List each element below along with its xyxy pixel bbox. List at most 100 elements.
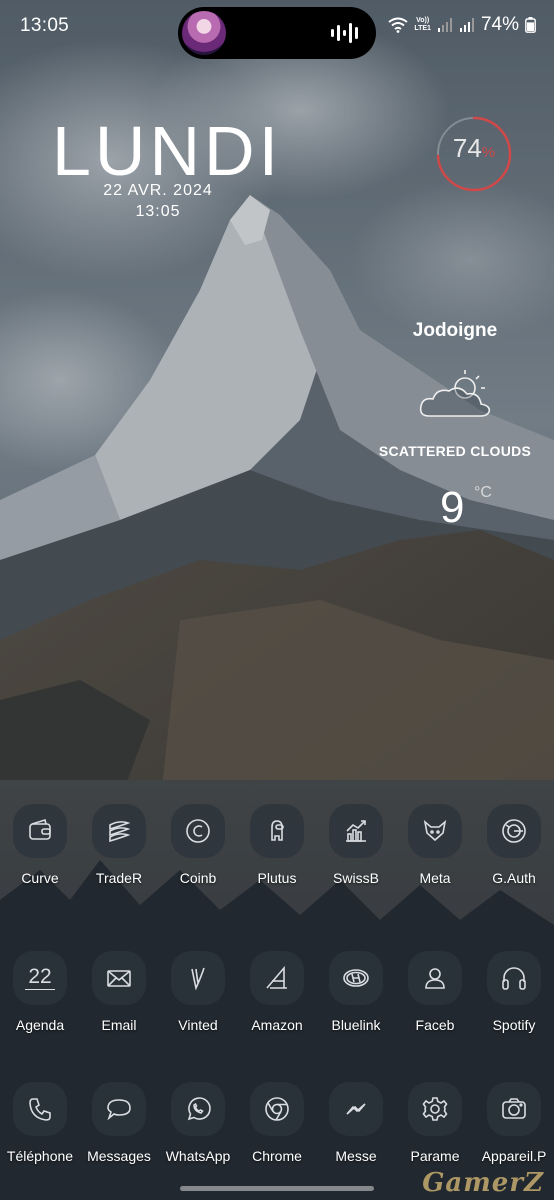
app-label: Téléphone [6, 1148, 74, 1164]
app-gauth-tile[interactable] [487, 804, 541, 858]
app-label: Faceb [415, 1017, 455, 1033]
dynamic-island[interactable] [178, 7, 376, 59]
app-label: WhatsApp [165, 1148, 231, 1164]
app-label: Spotify [492, 1017, 536, 1033]
app-whatsapp[interactable]: WhatsApp [158, 1082, 238, 1164]
whatsapp-icon [187, 1097, 211, 1121]
calendar-icon: 22 [25, 966, 55, 990]
app-label: Email [101, 1017, 137, 1033]
status-icons: Vo)) LTE1 74% [388, 14, 536, 36]
clock-widget-day[interactable]: LUNDI [52, 116, 282, 186]
app-label: G.Auth [492, 870, 536, 886]
vinted-icon [191, 967, 205, 991]
app-label: Curve [21, 870, 59, 886]
app-label: Messe [335, 1148, 377, 1164]
app-label: Coinb [179, 870, 217, 886]
app-label: Meta [419, 870, 451, 886]
app-swissb[interactable]: SwissB [316, 804, 396, 886]
weather-condition: SCATTERED CLOUDS [378, 443, 532, 459]
app-parametres-tile[interactable] [408, 1082, 462, 1136]
app-messages[interactable]: Messages [79, 1082, 159, 1164]
app-curve[interactable]: Curve [0, 804, 80, 886]
volte-indicator: Vo)) LTE1 [414, 17, 431, 32]
app-swissb-tile[interactable] [329, 804, 383, 858]
status-time: 13:05 [20, 15, 70, 36]
app-label: Appareil.P [481, 1148, 547, 1164]
messenger-icon [346, 1103, 366, 1115]
app-curve-tile[interactable] [13, 804, 67, 858]
now-playing-avatar[interactable] [182, 11, 226, 55]
weather-city[interactable]: Jodoigne [380, 320, 530, 342]
app-email-tile[interactable] [92, 951, 146, 1005]
app-label: TradeR [95, 870, 143, 886]
home-indicator[interactable] [180, 1186, 374, 1191]
layers-icon [109, 821, 131, 843]
app-telephone-tile[interactable] [13, 1082, 67, 1136]
partly-cloudy-icon [419, 370, 491, 417]
app-label: Messages [87, 1148, 151, 1164]
signal-icon-2 [459, 18, 474, 32]
app-gauth[interactable]: G.Auth [474, 804, 554, 886]
app-vinted-tile[interactable] [171, 951, 225, 1005]
app-agenda-tile[interactable]: 22 [13, 951, 67, 1005]
app-messages-tile[interactable] [92, 1082, 146, 1136]
app-label: Chrome [252, 1148, 302, 1164]
fox-icon [423, 819, 447, 842]
app-plutus-tile[interactable] [250, 804, 304, 858]
person-icon [425, 968, 445, 989]
app-meta-tile[interactable] [408, 804, 462, 858]
chart-up-icon [346, 820, 366, 842]
app-meta[interactable]: Meta [395, 804, 475, 886]
app-agenda[interactable]: 22 Agenda [0, 951, 80, 1033]
app-telephone[interactable]: Téléphone [0, 1082, 80, 1164]
headphones-icon [502, 967, 526, 990]
app-trader[interactable]: TradeR [79, 804, 159, 886]
app-label: SwissB [333, 870, 379, 886]
chrome-icon [265, 1097, 289, 1121]
app-trader-tile[interactable] [92, 804, 146, 858]
app-label: Amazon [251, 1017, 303, 1033]
battery-percentage: 74% [480, 14, 519, 35]
battery-ring-value: 74% [452, 133, 496, 163]
app-coinb[interactable]: Coinb [158, 804, 238, 886]
app-amazon[interactable]: Amazon [237, 951, 317, 1033]
app-messenger[interactable]: Messe [316, 1082, 396, 1164]
astronaut-icon [271, 820, 284, 841]
app-vinted[interactable]: Vinted [158, 951, 238, 1033]
camera-icon [502, 1098, 526, 1119]
app-faceb[interactable]: Faceb [395, 951, 475, 1033]
envelope-icon [107, 970, 131, 987]
app-label: Bluelink [331, 1017, 381, 1033]
app-camera[interactable]: Appareil.P [474, 1082, 554, 1164]
app-chrome-tile[interactable] [250, 1082, 304, 1136]
phone-icon [29, 1098, 51, 1121]
app-camera-tile[interactable] [487, 1082, 541, 1136]
app-spotify[interactable]: Spotify [474, 951, 554, 1033]
weather-temperature: 9 [440, 483, 465, 532]
clock-widget-date: 22 AVR. 2024 [103, 182, 213, 199]
app-amazon-tile[interactable] [250, 951, 304, 1005]
wifi-icon [388, 17, 408, 33]
app-plutus[interactable]: Plutus [237, 804, 317, 886]
chat-bubble-icon [107, 1099, 131, 1121]
app-bluelink-tile[interactable] [329, 951, 383, 1005]
app-email[interactable]: Email [79, 951, 159, 1033]
app-whatsapp-tile[interactable] [171, 1082, 225, 1136]
amazon-icon [266, 965, 287, 989]
app-label: Parame [410, 1148, 460, 1164]
authenticator-icon [502, 819, 526, 843]
audio-waveform-icon [331, 23, 358, 43]
app-parametres[interactable]: Parame [395, 1082, 475, 1164]
gear-icon [422, 1097, 448, 1121]
hyundai-icon [343, 969, 369, 987]
app-bluelink[interactable]: Bluelink [316, 951, 396, 1033]
app-messenger-tile[interactable] [329, 1082, 383, 1136]
app-label: Agenda [15, 1017, 65, 1033]
app-chrome[interactable]: Chrome [237, 1082, 317, 1164]
watermark: GamerZ [422, 1168, 544, 1198]
app-spotify-tile[interactable] [487, 951, 541, 1005]
battery-icon [525, 17, 536, 33]
app-faceb-tile[interactable] [408, 951, 462, 1005]
app-label: Vinted [178, 1017, 218, 1033]
app-coinb-tile[interactable] [171, 804, 225, 858]
